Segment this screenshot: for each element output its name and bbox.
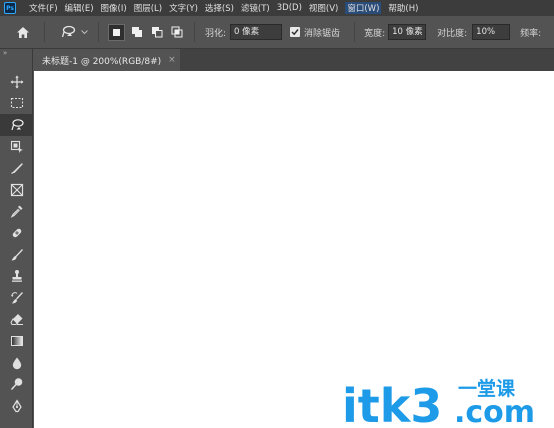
magnetic-lasso-icon [61,25,76,38]
menu-help[interactable]: 帮助(H) [388,2,418,14]
menu-image[interactable]: 图像(I) [101,2,127,14]
menu-window[interactable]: 窗口(W) [345,2,382,14]
add-selection-button[interactable] [128,24,145,41]
brush-icon [11,248,23,261]
document-tab[interactable]: 未标题-1 @ 200%(RGB/8#) × [34,49,180,71]
menu-view[interactable]: 视图(V) [309,2,338,14]
rectangular-marquee-icon [10,98,23,109]
history-brush-icon [10,291,23,304]
eraser-icon [9,314,23,326]
clone-stamp-tool[interactable] [0,265,33,287]
magnetic-lasso-icon [10,119,24,131]
document-tab-bar: 未标题-1 @ 200%(RGB/8#) × [34,49,554,71]
contrast-input[interactable]: 10% [472,24,511,40]
options-bar: 羽化: 0 像素 消除锯齿 宽度: 10 像素 对比度: 10% 频率: [0,16,554,49]
menu-select[interactable]: 选择(S) [205,2,234,14]
close-icon[interactable]: × [168,55,176,65]
stamp-icon [11,270,22,282]
feather-label: 羽化: [205,28,227,39]
knife-icon [10,163,23,175]
intersect-selection-icon [171,26,182,38]
home-button[interactable] [12,21,34,43]
new-selection-icon [113,28,120,36]
subtract-selection-icon [151,27,162,38]
blur-tool[interactable] [0,352,33,374]
move-tool[interactable] [0,71,33,93]
menu-file[interactable]: 文件(F) [29,2,58,14]
object-selection-tool[interactable] [0,136,33,158]
menu-type[interactable]: 文字(Y) [169,2,198,14]
eraser-tool[interactable] [0,309,33,331]
chevron-down-icon[interactable] [79,29,89,35]
feather-input[interactable]: 0 像素 [230,24,283,40]
eyedropper-icon [10,205,22,219]
object-selection-icon [10,140,23,153]
marquee-tool[interactable] [0,93,33,115]
divider [44,22,45,42]
frame-tool[interactable] [0,179,33,201]
checkmark-icon [291,29,299,36]
menu-edit[interactable]: 编辑(E) [65,2,94,14]
subtract-selection-button[interactable] [148,24,165,41]
intersect-selection-button[interactable] [168,24,185,41]
eyedropper-tool[interactable] [0,201,33,223]
healing-brush-tool[interactable] [0,222,33,244]
site-watermark-logo: itk3 .com 一堂课 [342,378,535,425]
divider [98,22,99,42]
frequency-label: 频率: [520,28,542,39]
menu-layer[interactable]: 图层(L) [134,2,162,14]
menu-filter[interactable]: 滤镜(T) [241,2,270,14]
pen-icon [11,399,22,412]
menu-bar: Ps 文件(F) 编辑(E) 图像(I) 图层(L) 文字(Y) 选择(S) 滤… [0,0,554,16]
brush-tool[interactable] [0,244,33,266]
pen-tool[interactable] [0,395,33,417]
antialias-checkbox[interactable] [290,27,301,37]
lasso-tool[interactable] [0,114,33,136]
move-icon [10,75,23,89]
menu-3d[interactable]: 3D(D) [277,3,302,13]
width-label: 宽度: [364,28,386,39]
width-input[interactable]: 10 像素 [388,24,427,40]
dodge-icon [10,378,22,391]
photoshop-logo: Ps [4,2,16,14]
slice-tool[interactable] [0,157,33,179]
home-icon [17,26,29,38]
tools-panel: » [0,49,33,428]
watermark-cn-text: 一堂课 [458,378,516,400]
document-tab-title: 未标题-1 @ 200%(RGB/8#) [42,56,162,67]
frame-icon [10,183,23,196]
gradient-icon [10,335,23,346]
gradient-tool[interactable] [0,330,33,352]
watermark-main-text: itk3 [342,379,442,425]
tool-preset-picker[interactable] [57,21,79,43]
dodge-tool[interactable] [0,373,33,395]
history-brush-tool[interactable] [0,287,33,309]
water-drop-icon [12,357,21,369]
bandage-icon [12,228,21,238]
divider [194,22,195,42]
divider [354,22,356,42]
new-selection-button[interactable] [108,23,125,41]
collapse-panel-button[interactable]: » [0,49,33,71]
contrast-label: 对比度: [437,28,468,39]
add-selection-icon [131,27,142,37]
antialias-label: 消除锯齿 [304,28,341,39]
